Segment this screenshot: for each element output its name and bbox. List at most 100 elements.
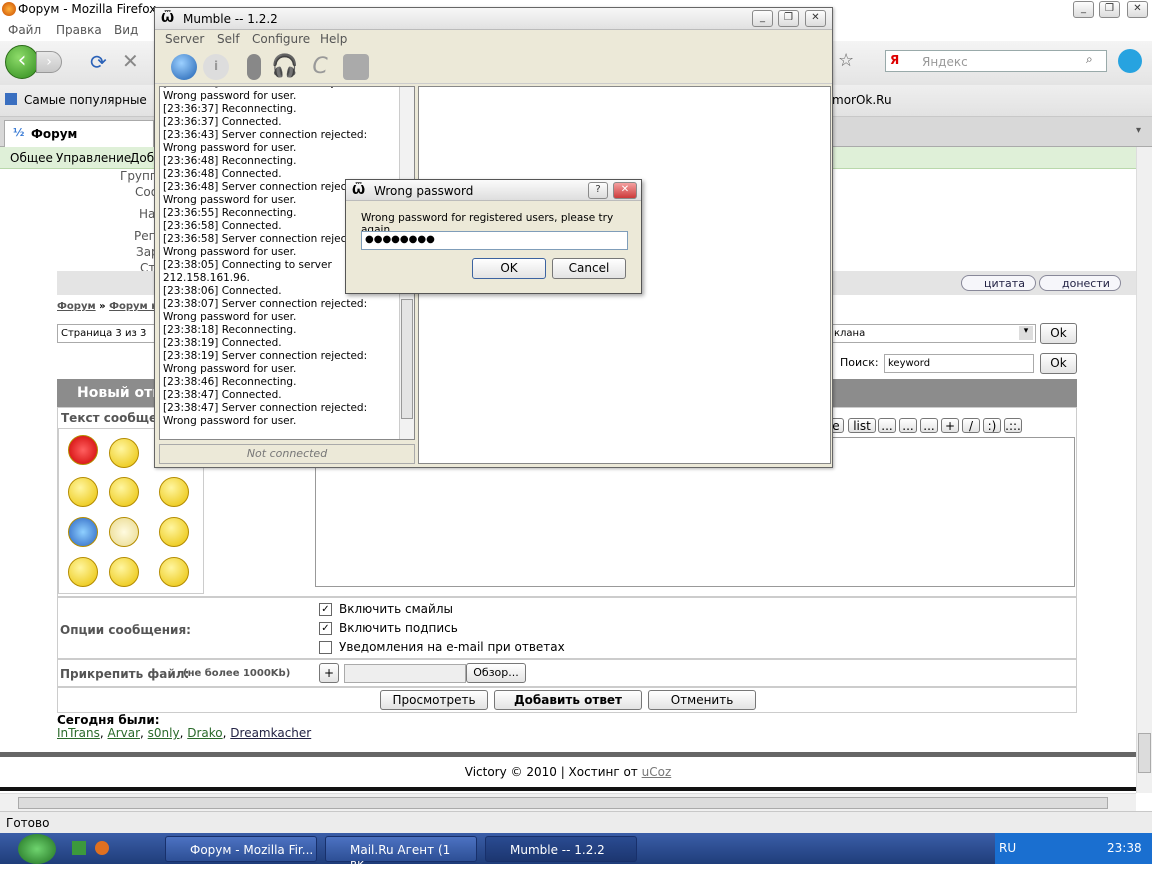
log-line: [23:38:07] Server connection rejected: W… (163, 298, 368, 323)
taskbar-item-firefox[interactable]: Форум - Mozilla Fir... (165, 836, 317, 862)
vertical-scrollbar[interactable] (1136, 147, 1152, 793)
grin-smiley-icon[interactable] (109, 438, 139, 468)
password-input[interactable]: ●●●●●●●● (361, 231, 628, 250)
help-icon[interactable]: ? (588, 182, 608, 199)
user-link[interactable]: Arvar (108, 726, 141, 740)
post-footer-bar (57, 271, 157, 295)
menu-view[interactable]: Вид (114, 23, 138, 37)
forum-search-input[interactable]: keyword (884, 354, 1034, 373)
taskbar-item-mailru[interactable]: Mail.Ru Агент (1 вк... (325, 836, 477, 871)
minimize-icon[interactable]: _ (752, 10, 773, 27)
headphones-icon[interactable]: 🎧 (271, 54, 298, 80)
browse-button[interactable]: Обзор... (466, 663, 526, 683)
quote-button[interactable]: цитата (961, 275, 1036, 291)
format-button[interactable]: + (941, 418, 959, 433)
format-button[interactable]: ... (899, 418, 917, 433)
quicklaunch-icon[interactable] (72, 841, 86, 855)
format-button[interactable]: / (962, 418, 980, 433)
forum-menu-manage[interactable]: Управление (56, 151, 131, 165)
taskbar-item-mumble[interactable]: Mumble -- 1.2.2 (485, 836, 637, 862)
user-link[interactable]: InTrans (57, 726, 100, 740)
forum-menu-general[interactable]: Общее (10, 151, 53, 165)
option-label: Включить подпись (339, 621, 458, 635)
menu-server[interactable]: Server (165, 32, 204, 46)
cold-smiley-icon[interactable] (68, 517, 98, 547)
menu-self[interactable]: Self (217, 32, 240, 46)
maximize-icon[interactable]: ❐ (778, 10, 799, 27)
maximize-icon[interactable]: ❐ (1099, 1, 1120, 18)
close-icon[interactable]: ✕ (613, 182, 637, 199)
minimize-icon[interactable]: _ (1073, 1, 1094, 18)
format-button[interactable]: .::. (1004, 418, 1022, 433)
surprised-smiley-icon[interactable] (159, 517, 189, 547)
report-button[interactable]: донести (1039, 275, 1121, 291)
info-icon[interactable]: i (203, 54, 229, 80)
skype-icon[interactable] (1118, 49, 1142, 73)
footer-link[interactable]: uCoz (642, 765, 672, 779)
menu-help[interactable]: Help (320, 32, 347, 46)
breadcrumb-forum[interactable]: Форум (57, 301, 96, 312)
close-icon[interactable]: ✕ (805, 10, 826, 27)
enable-signature-checkbox[interactable]: ✓ (319, 622, 332, 635)
menu-file[interactable]: Файл (8, 23, 41, 37)
ok-button[interactable]: OK (472, 258, 546, 279)
forum-jump-select[interactable]: клана ▾ (830, 324, 1036, 343)
search-label: Поиск: (840, 356, 879, 369)
laugh-smiley-icon[interactable] (159, 477, 189, 507)
language-indicator[interactable]: RU (999, 841, 1016, 855)
search-input[interactable]: Я Яндекс ⌕ (885, 50, 1107, 72)
forward-button[interactable]: › (36, 51, 62, 73)
connect-icon[interactable] (171, 54, 197, 80)
close-icon[interactable]: ✕ (1127, 1, 1148, 18)
shocked-smiley-icon[interactable] (109, 477, 139, 507)
format-button[interactable]: :) (983, 418, 1001, 433)
horizontal-scrollbar[interactable] (0, 793, 1136, 811)
reload-icon[interactable]: ⟳ (90, 50, 107, 74)
angry-smiley-icon[interactable] (68, 435, 98, 465)
submit-reply-button[interactable]: Добавить ответ (494, 690, 642, 710)
user-link[interactable]: s0nly (148, 726, 180, 740)
menu-edit[interactable]: Правка (56, 23, 102, 37)
comment-icon[interactable]: C (307, 54, 333, 80)
back-button[interactable]: ‹ (5, 45, 39, 79)
scroll-thumb[interactable] (18, 797, 1108, 809)
format-button[interactable]: ... (878, 418, 896, 433)
bookmark-popular[interactable]: Самые популярные (24, 93, 147, 107)
attach-label: Прикрепить файл: (60, 667, 190, 681)
dizzy-smiley-icon[interactable] (109, 557, 139, 587)
footer-text: Victory © 2010 | Хостинг от (464, 765, 638, 779)
stop-icon[interactable]: ✕ (122, 49, 139, 73)
microphone-icon[interactable] (247, 54, 261, 80)
options-row (57, 597, 1077, 659)
start-button[interactable] (18, 834, 56, 864)
audio-wizard-icon[interactable] (343, 54, 369, 80)
scroll-thumb[interactable] (401, 299, 413, 419)
cancel-reply-button[interactable]: Отменить (648, 690, 756, 710)
menu-configure[interactable]: Configure (252, 32, 310, 46)
search-icon[interactable]: ⌕ (1086, 52, 1093, 67)
firefox-icon[interactable] (95, 841, 109, 855)
jump-ok-button[interactable]: Ok (1040, 323, 1077, 344)
scroll-thumb[interactable] (1138, 733, 1151, 773)
tab-list-icon[interactable]: ▾ (1136, 125, 1141, 136)
teeth-smiley-icon[interactable] (159, 557, 189, 587)
format-list-button[interactable]: list (848, 418, 876, 433)
user-link[interactable]: Drako (187, 726, 222, 740)
sad-smiley-icon[interactable] (68, 477, 98, 507)
enable-smileys-checkbox[interactable]: ✓ (319, 603, 332, 616)
email-notify-checkbox[interactable] (319, 641, 332, 654)
tab-forum[interactable]: ½ Форум (4, 120, 154, 147)
user-link[interactable]: Dreamkacher (230, 726, 311, 740)
bookmark-star-icon[interactable]: ☆ (838, 50, 854, 71)
search-ok-button[interactable]: Ok (1040, 353, 1077, 374)
page-select[interactable]: Страница 3 из 3 (57, 324, 155, 343)
add-attachment-button[interactable]: + (319, 663, 339, 683)
crying-smiley-icon[interactable] (68, 557, 98, 587)
file-path-input[interactable] (344, 664, 466, 683)
format-button[interactable]: ... (920, 418, 938, 433)
bookmark-humorok[interactable]: morOk.Ru (832, 93, 892, 107)
smile-smiley-icon[interactable] (109, 517, 139, 547)
preview-button[interactable]: Просмотреть (380, 690, 488, 710)
cancel-button[interactable]: Cancel (552, 258, 626, 279)
today-users: InTrans, Arvar, s0nly, Drako, Dreamkache… (57, 726, 312, 740)
